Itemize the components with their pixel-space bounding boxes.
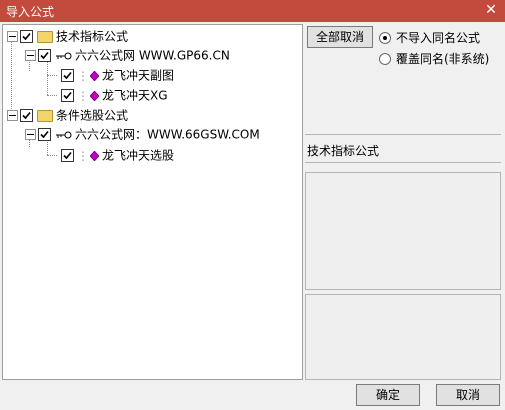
tree-connector (47, 95, 57, 96)
options-panel: 全部取消 不导入同名公式 覆盖同名(非系统) 技术指标公式 (305, 24, 503, 380)
divider (305, 162, 501, 163)
radio-overwrite-duplicates[interactable]: 覆盖同名(非系统) (379, 50, 489, 67)
close-icon[interactable]: ✕ (483, 2, 499, 18)
radio-selected-icon[interactable] (379, 31, 391, 44)
collapse-icon[interactable] (25, 50, 36, 61)
tree-connector (47, 59, 48, 95)
formula-checkbox[interactable] (61, 89, 74, 102)
tree-group-indicators[interactable]: 技术指标公式 (7, 28, 128, 44)
group-checkbox[interactable] (20, 109, 33, 122)
tree-formula-item[interactable]: ⋮ 龙飞冲天选股 (61, 147, 174, 163)
formula-label: 龙飞冲天选股 (102, 148, 175, 163)
group-checkbox[interactable] (20, 30, 33, 43)
formula-checkbox[interactable] (61, 149, 74, 162)
collapse-icon[interactable] (25, 129, 36, 140)
tree-connector (11, 39, 12, 115)
tree-connector (47, 75, 57, 76)
group-label: 条件选股公式 (56, 108, 129, 123)
source-label: 六六公式网：WWW.66GSW.COM (75, 127, 260, 142)
key-icon (56, 52, 72, 59)
divider (305, 134, 501, 135)
source-checkbox[interactable] (38, 128, 51, 141)
collapse-icon[interactable] (7, 110, 18, 121)
info-section-title: 技术指标公式 (307, 144, 380, 158)
tree-source-66gsw[interactable]: 六六公式网：WWW.66GSW.COM (25, 126, 260, 142)
radio-overwrite-label: 覆盖同名(非系统) (396, 52, 490, 66)
dotted-prefix: ⋮ (77, 88, 89, 103)
formula-icon (90, 70, 99, 81)
formula-description-box[interactable] (305, 172, 501, 290)
radio-skip-label: 不导入同名公式 (396, 31, 481, 45)
formula-icon (90, 150, 99, 161)
dotted-prefix: ⋮ (77, 68, 89, 83)
tree-group-screening[interactable]: 条件选股公式 (7, 107, 128, 123)
formula-detail-box[interactable] (305, 294, 501, 380)
folder-icon (37, 30, 53, 43)
ok-button[interactable]: 确定 (356, 384, 420, 406)
source-checkbox[interactable] (38, 49, 51, 62)
formula-tree: 技术指标公式 六六公式网 WWW.GP66.CN ⋮ 龙飞冲天副图 ⋮ 龙飞冲天XG… (2, 24, 303, 380)
tree-formula-item[interactable]: ⋮ 龙飞冲天副图 (61, 67, 174, 83)
tree-formula-item[interactable]: ⋮ 龙飞冲天XG (61, 87, 168, 103)
group-label: 技术指标公式 (56, 29, 129, 44)
formula-label: 龙飞冲天副图 (102, 68, 175, 83)
formula-icon (90, 90, 99, 101)
cancel-all-button[interactable]: 全部取消 (307, 26, 373, 48)
radio-skip-duplicates[interactable]: 不导入同名公式 (379, 29, 480, 46)
cancel-button[interactable]: 取消 (436, 384, 500, 406)
radio-unselected-icon[interactable] (379, 52, 391, 65)
tree-connector (47, 155, 57, 156)
source-label: 六六公式网 WWW.GP66.CN (75, 48, 230, 63)
dotted-prefix: ⋮ (77, 148, 89, 163)
title-bar: 导入公式 ✕ (0, 0, 505, 22)
key-icon (56, 131, 72, 138)
folder-icon (37, 109, 53, 122)
collapse-icon[interactable] (7, 31, 18, 42)
dialog-title: 导入公式 (6, 5, 55, 19)
import-formula-dialog: 导入公式 ✕ 技术指标公式 六六公式网 WWW.GP66.CN ⋮ 龙飞冲天副图 … (0, 0, 505, 410)
formula-label: 龙飞冲天XG (102, 88, 168, 103)
formula-checkbox[interactable] (61, 69, 74, 82)
tree-source-gp66[interactable]: 六六公式网 WWW.GP66.CN (25, 47, 230, 63)
